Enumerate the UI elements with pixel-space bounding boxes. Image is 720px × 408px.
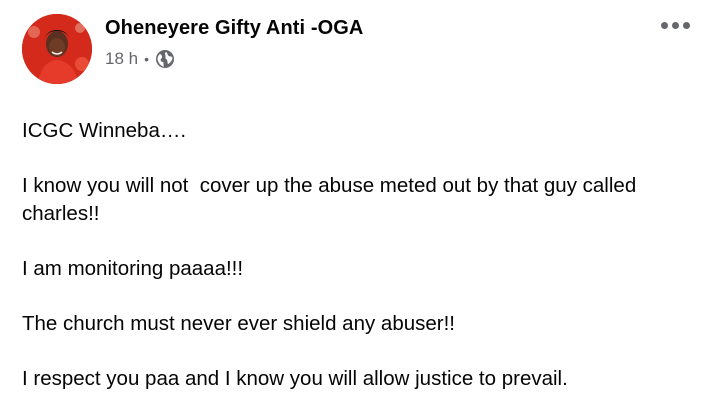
post-meta: 18 h • xyxy=(105,49,175,69)
post-paragraph: ICGC Winneba…. xyxy=(22,119,187,142)
more-dot xyxy=(672,22,679,29)
avatar-portrait xyxy=(22,14,92,84)
more-dot xyxy=(661,22,668,29)
meta-separator: • xyxy=(144,51,149,67)
timestamp[interactable]: 18 h xyxy=(105,49,138,69)
post-paragraph: The church must never ever shield any ab… xyxy=(22,312,455,335)
post-paragraph: I know you will not cover up the abuse m… xyxy=(22,174,642,225)
post-paragraph: I respect you paa and I know you will al… xyxy=(22,367,568,390)
post-body: ICGC Winneba…. I know you will not cover… xyxy=(22,117,702,408)
post-paragraph: I am monitoring paaaa!!! xyxy=(22,257,244,280)
post-card: Oheneyere Gifty Anti -OGA 18 h • ICGC Wi… xyxy=(0,0,720,408)
avatar[interactable] xyxy=(22,14,92,84)
author-name[interactable]: Oheneyere Gifty Anti -OGA xyxy=(105,17,363,40)
globe-icon[interactable] xyxy=(155,49,175,69)
more-options-icon[interactable] xyxy=(661,22,690,29)
more-dot xyxy=(683,22,690,29)
